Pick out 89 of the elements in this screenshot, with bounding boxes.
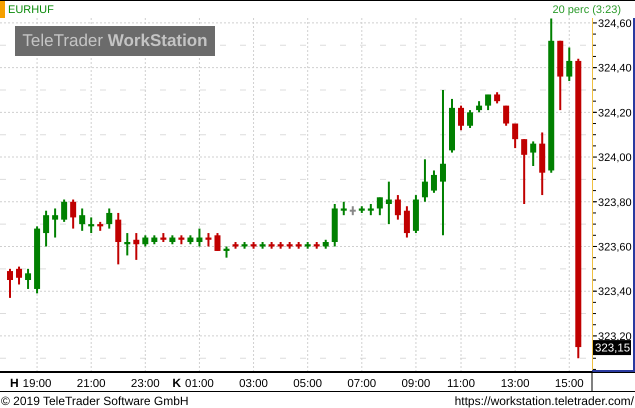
candlestick [142, 235, 148, 246]
candlestick [368, 204, 374, 216]
axis-label: 05:00 [293, 378, 322, 390]
candlestick [350, 206, 356, 216]
candlestick [485, 94, 492, 110]
symbol-label: EURHUF [8, 4, 54, 16]
candlestick [386, 182, 392, 224]
candlestick [557, 40, 564, 110]
candlestick [332, 204, 338, 246]
candlestick [412, 195, 419, 234]
axis-label: 323,20 [598, 330, 632, 343]
axis-label: 09:00 [402, 378, 430, 390]
candlestick [286, 242, 293, 249]
candlestick [124, 233, 130, 256]
candlestick [160, 233, 166, 242]
candlestick [106, 208, 112, 229]
candlestick [169, 235, 176, 244]
day-label: K [172, 376, 182, 390]
candlestick [430, 170, 437, 193]
axis-label: 13:00 [500, 378, 530, 390]
day-label: H [10, 376, 19, 390]
candlestick [494, 92, 500, 104]
candlestick [512, 124, 518, 148]
candlestick [322, 240, 329, 249]
candlestick [61, 200, 68, 222]
candlestick [503, 106, 510, 126]
candlestick [539, 132, 546, 196]
candlestick [530, 141, 536, 166]
candlestick [52, 208, 58, 238]
copyright-text: © 2019 TeleTrader Software GmbH [1, 394, 189, 408]
candlestick [97, 222, 104, 231]
candlestick [340, 202, 347, 216]
candlestick [278, 242, 284, 249]
axis-label: 324,40 [598, 62, 632, 75]
axis-label: 01:00 [185, 378, 214, 390]
axis-label: 19:00 [22, 378, 52, 390]
candlestick [449, 98, 455, 153]
candlestick [232, 242, 239, 249]
candlestick [358, 206, 365, 213]
candlestick [296, 242, 302, 249]
logo: TeleTrader WorkStation [15, 26, 215, 56]
candlestick [250, 242, 257, 249]
candlestick [178, 235, 184, 244]
axis-label: 323,80 [598, 196, 632, 209]
candlestick [16, 266, 22, 284]
candlestick [151, 235, 158, 244]
color-marker [0, 1, 5, 18]
candlestick [376, 197, 383, 216]
candlestick [458, 106, 464, 130]
axis-label: 03:00 [239, 378, 268, 390]
candlestick [422, 159, 428, 202]
candlestick [476, 101, 482, 112]
candlestick [196, 228, 202, 246]
axis-label: 23:00 [130, 378, 160, 390]
candlestick [304, 242, 311, 249]
axis-label: 11:00 [447, 378, 475, 390]
axis-label: 21:00 [76, 378, 106, 390]
candlestick [25, 268, 32, 289]
interval-label: 20 perc (3:23) [552, 4, 621, 16]
candlestick [34, 226, 40, 294]
candlestick [242, 242, 248, 249]
candlestick [133, 233, 140, 260]
candlestick [115, 212, 122, 264]
candlestick [521, 139, 528, 204]
candlestick [79, 208, 86, 231]
axis-label: 07:00 [347, 378, 376, 390]
axis-label: 323,60 [598, 241, 632, 254]
candlestick [260, 242, 266, 249]
website-link[interactable]: https://workstation.teletrader.com/ [454, 394, 634, 408]
candlestick [205, 233, 212, 246]
axis-label: 324,20 [598, 107, 632, 120]
candlestick [404, 206, 410, 238]
candlestick [214, 233, 220, 251]
candlestick [268, 242, 275, 249]
candlestick [187, 235, 194, 244]
axis-label: 15:00 [554, 378, 584, 390]
candlestick [43, 210, 50, 246]
candlestick [566, 48, 572, 82]
candlestick [467, 110, 474, 128]
axis-label: 323,40 [598, 286, 632, 298]
candlestick [70, 200, 76, 229]
last-price-tag: 323,15 [593, 340, 631, 356]
axis-label: 324,00 [598, 152, 632, 164]
candlestick [394, 195, 401, 220]
candlestick [7, 268, 13, 298]
candlestick [88, 217, 94, 234]
axis-label: 324,60 [598, 18, 632, 30]
candlestick [224, 246, 230, 258]
candlestick [314, 242, 320, 249]
